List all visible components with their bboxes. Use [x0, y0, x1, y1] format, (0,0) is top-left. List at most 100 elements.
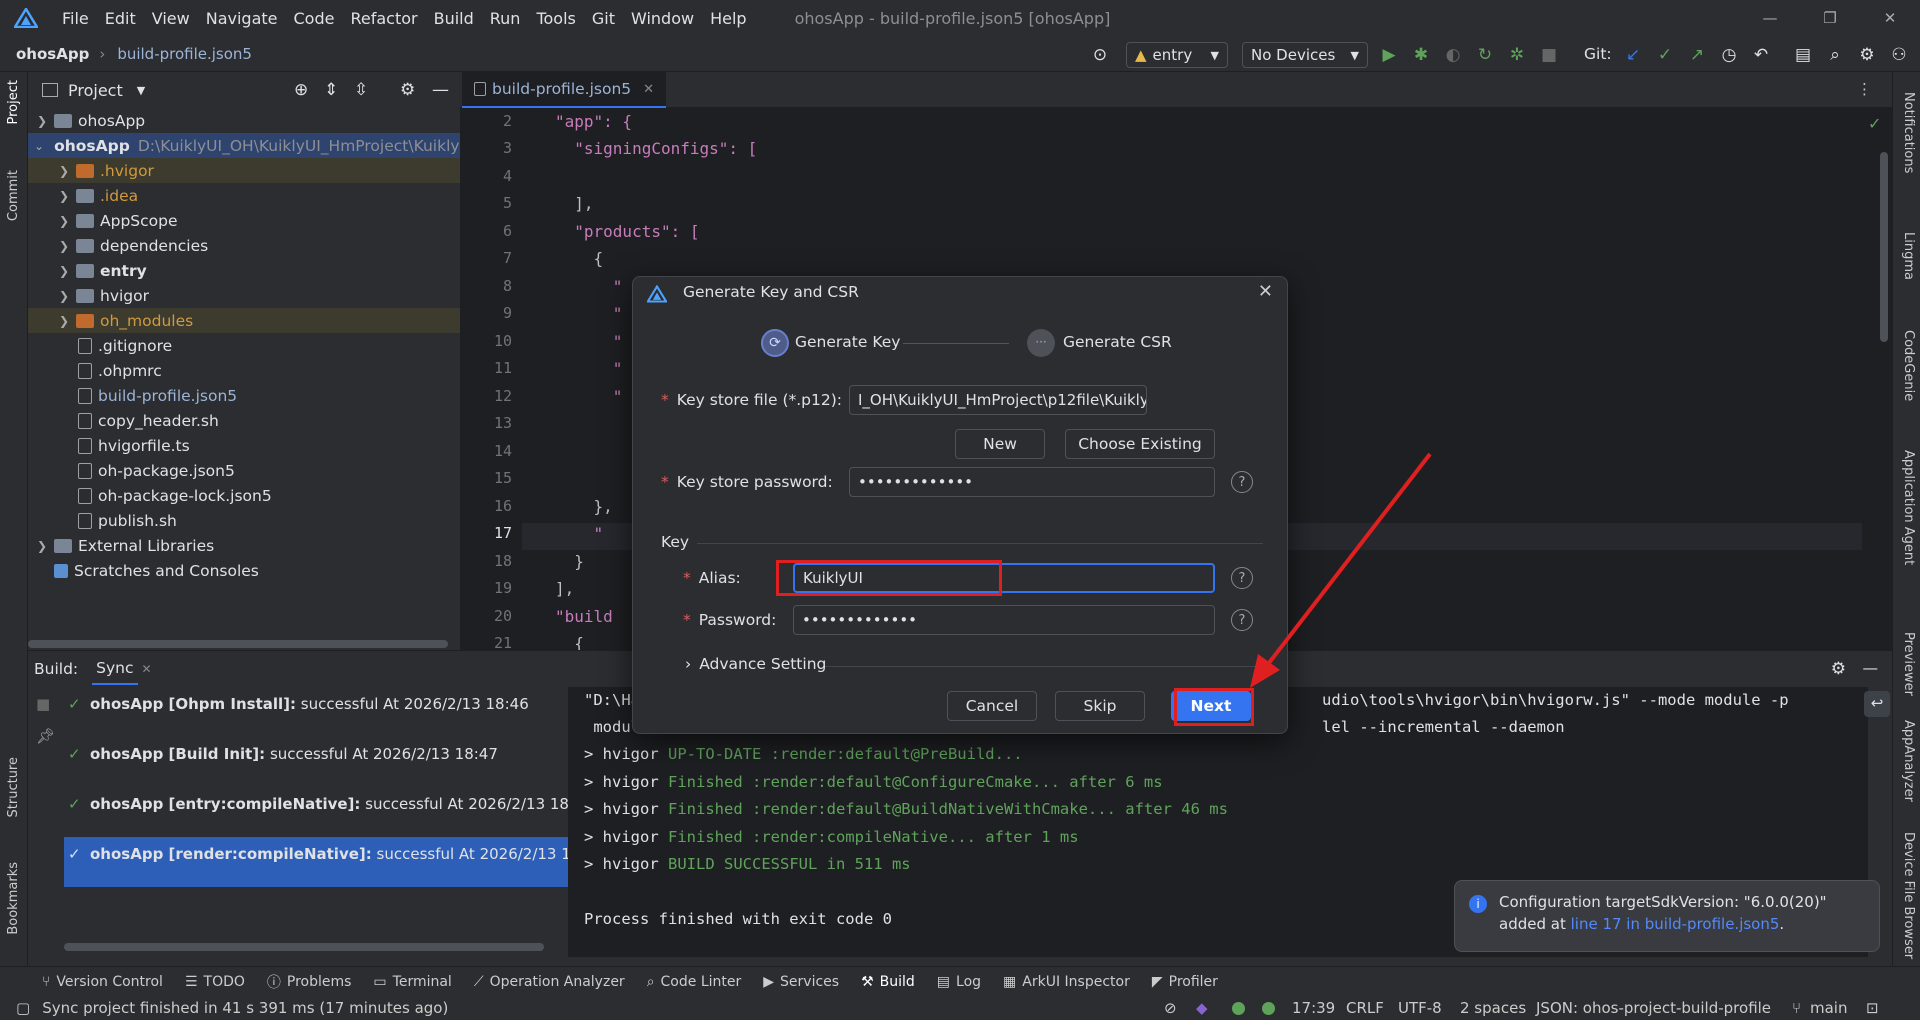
tool-problems[interactable]: ⓘ Problems [267, 972, 352, 992]
tree-item-entry[interactable]: ❯ entry [28, 258, 460, 283]
notifications-tool-tab[interactable]: Notifications [1901, 92, 1916, 173]
panel-settings-icon[interactable]: ⚙ [400, 80, 415, 100]
chevron-right-icon[interactable]: ❯ [56, 264, 72, 278]
cancel-button[interactable]: Cancel [947, 691, 1037, 721]
codegenie-tool-tab[interactable]: CodeGenie [1901, 330, 1916, 401]
menu-git[interactable]: Git [584, 9, 623, 28]
notification-balloon[interactable]: i Configuration targetSdkVersion: "6.0.0… [1454, 880, 1880, 952]
menu-edit[interactable]: Edit [97, 9, 144, 28]
lingma-tool-tab[interactable]: Lingma [1901, 232, 1916, 280]
tool-todo[interactable]: ☰ TODO [185, 974, 245, 990]
stop-build-icon[interactable]: ■ [36, 695, 50, 713]
results-horizontal-scrollbar[interactable] [64, 943, 544, 951]
menu-tools[interactable]: Tools [528, 9, 583, 28]
new-keystore-button[interactable]: New [955, 429, 1045, 459]
tool-services[interactable]: ▶ Services [763, 974, 839, 990]
build-result-item[interactable]: ✓ ohosApp [Build Init]: successful At 202… [64, 737, 580, 787]
tool-terminal[interactable]: ▭ Terminal [373, 974, 451, 990]
build-result-item-selected[interactable]: ✓ ohosApp [render:compileNative]: success… [64, 837, 580, 887]
profile-icon[interactable]: ✲ [1506, 44, 1528, 66]
project-structure-icon[interactable]: ▤ [1792, 44, 1814, 66]
chevron-right-icon[interactable]: ❯ [34, 114, 50, 128]
tree-item-ohpmrc[interactable]: .ohpmrc [28, 358, 460, 383]
device-select[interactable]: No Devices ▼ [1242, 42, 1368, 68]
tree-item-oh-package[interactable]: oh-package.json5 [28, 458, 460, 483]
tree-item-hvigor-cache[interactable]: ❯ .hvigor [28, 158, 460, 183]
indent-setting[interactable]: 2 spaces [1460, 999, 1526, 1017]
close-tab-icon[interactable]: ✕ [643, 82, 654, 97]
more-icon[interactable]: ⋮ [1857, 80, 1872, 98]
tree-item-external-libraries[interactable]: ❯ External Libraries [28, 533, 460, 558]
project-view-select[interactable]: Project [68, 81, 123, 100]
menu-refactor[interactable]: Refactor [342, 9, 425, 28]
bookmarks-tool-tab[interactable]: Bookmarks [6, 862, 21, 935]
menu-code[interactable]: Code [286, 9, 343, 28]
tree-item-dependencies[interactable]: ❯ dependencies [28, 233, 460, 258]
plugin-icon[interactable]: ◆ [1196, 999, 1208, 1017]
search-icon[interactable]: ⌕ [1824, 44, 1846, 66]
notification-link[interactable]: line 17 in build-profile.json5 [1571, 915, 1780, 933]
debug-icon[interactable]: ✱ [1410, 44, 1432, 66]
chevron-right-icon[interactable]: ❯ [56, 239, 72, 253]
git-branch[interactable]: main [1810, 999, 1847, 1017]
menu-navigate[interactable]: Navigate [198, 9, 286, 28]
tree-item-oh-modules[interactable]: ❯ oh_modules [28, 308, 460, 333]
tree-item-build-profile[interactable]: build-profile.json5 [28, 383, 460, 408]
status-ok-icon[interactable] [1232, 1002, 1245, 1015]
minimize-icon[interactable]: — [1740, 0, 1800, 36]
tree-item-ohosapp-module[interactable]: ⌄ ohosApp D:\KuiklyUI_OH\KuiklyUI_HmProjec… [28, 133, 460, 158]
chevron-right-icon[interactable]: ❯ [56, 164, 72, 178]
close-dialog-icon[interactable]: ✕ [1258, 281, 1273, 302]
key-password-input[interactable]: ••••••••••••• [793, 605, 1215, 635]
line-separator[interactable]: CRLF [1346, 999, 1384, 1017]
project-tool-tab[interactable]: Project [6, 80, 21, 124]
locate-file-icon[interactable]: ⊕ [294, 80, 308, 100]
appanalyzer-tool-tab[interactable]: AppAnalyzer [1901, 720, 1916, 802]
locate-icon[interactable]: ⊙ [1089, 44, 1111, 66]
editor-tab-build-profile[interactable]: build-profile.json5 ✕ [462, 72, 667, 108]
tree-item-hvigor[interactable]: ❯ hvigor [28, 283, 460, 308]
keystore-file-input[interactable]: I_OH\KuiklyUI_HmProject\p12file\KuiklyUI… [849, 385, 1147, 415]
rollback-icon[interactable]: ↶ [1750, 44, 1772, 66]
application-agent-tool-tab[interactable]: Application Agent [1901, 450, 1916, 565]
chevron-down-icon[interactable]: ⌄ [34, 139, 44, 153]
history-icon[interactable]: ◷ [1718, 44, 1740, 66]
sync-tab[interactable]: Sync [92, 653, 138, 685]
soft-wrap-icon[interactable]: ↩ [1864, 691, 1890, 717]
inspection-ok-icon[interactable]: ✓ [1868, 114, 1881, 133]
tree-item-scratches[interactable]: Scratches and Consoles [28, 558, 460, 583]
build-result-item[interactable]: ✓ ohosApp [Ohpm Install]: successful At 2… [64, 687, 580, 737]
advance-setting-toggle[interactable]: › Advance Setting [685, 655, 826, 673]
no-inspection-icon[interactable]: ⊘ [1164, 999, 1177, 1017]
git-push-icon[interactable]: ↗ [1686, 44, 1708, 66]
restore-icon[interactable]: ❐ [1800, 0, 1860, 36]
tree-item-oh-package-lock[interactable]: oh-package-lock.json5 [28, 483, 460, 508]
attach-icon[interactable]: ◐ [1442, 44, 1464, 66]
chevron-right-icon[interactable]: ❯ [56, 189, 72, 203]
json-schema[interactable]: JSON: ohos-project-build-profile [1536, 999, 1771, 1017]
build-settings-icon[interactable]: ⚙ [1831, 659, 1846, 679]
status-panel-icon[interactable]: ▢ [16, 999, 30, 1017]
project-horizontal-scrollbar[interactable] [28, 640, 448, 648]
chevron-right-icon[interactable]: ❯ [34, 539, 50, 553]
chevron-down-icon[interactable]: ▼ [137, 84, 145, 97]
file-encoding[interactable]: UTF-8 [1398, 999, 1442, 1017]
menu-file[interactable]: File [54, 9, 97, 28]
status-ok-icon[interactable] [1262, 1002, 1275, 1015]
tool-operation-analyzer[interactable]: ⟋ Operation Analyzer [474, 974, 625, 990]
tree-item-publish[interactable]: publish.sh [28, 508, 460, 533]
previewer-tool-tab[interactable]: Previewer [1901, 632, 1916, 696]
tool-log[interactable]: ▤ Log [937, 974, 981, 990]
git-commit-icon[interactable]: ✓ [1654, 44, 1676, 66]
settings-icon[interactable]: ⚙ [1856, 44, 1878, 66]
tree-item-ohosapp-root[interactable]: ❯ ohosApp [28, 108, 460, 133]
stop-icon[interactable]: ■ [1538, 44, 1560, 66]
menu-run[interactable]: Run [482, 9, 529, 28]
build-result-item[interactable]: ✓ ohosApp [entry:compileNative]: successf… [64, 787, 580, 837]
expand-all-icon[interactable]: ⇕ [324, 80, 338, 100]
tool-build[interactable]: ⚒ Build [861, 974, 915, 990]
menu-help[interactable]: Help [702, 9, 754, 28]
choose-existing-button[interactable]: Choose Existing [1065, 429, 1215, 459]
run-icon[interactable]: ▶ [1378, 44, 1400, 66]
close-window-icon[interactable]: ✕ [1860, 0, 1920, 36]
